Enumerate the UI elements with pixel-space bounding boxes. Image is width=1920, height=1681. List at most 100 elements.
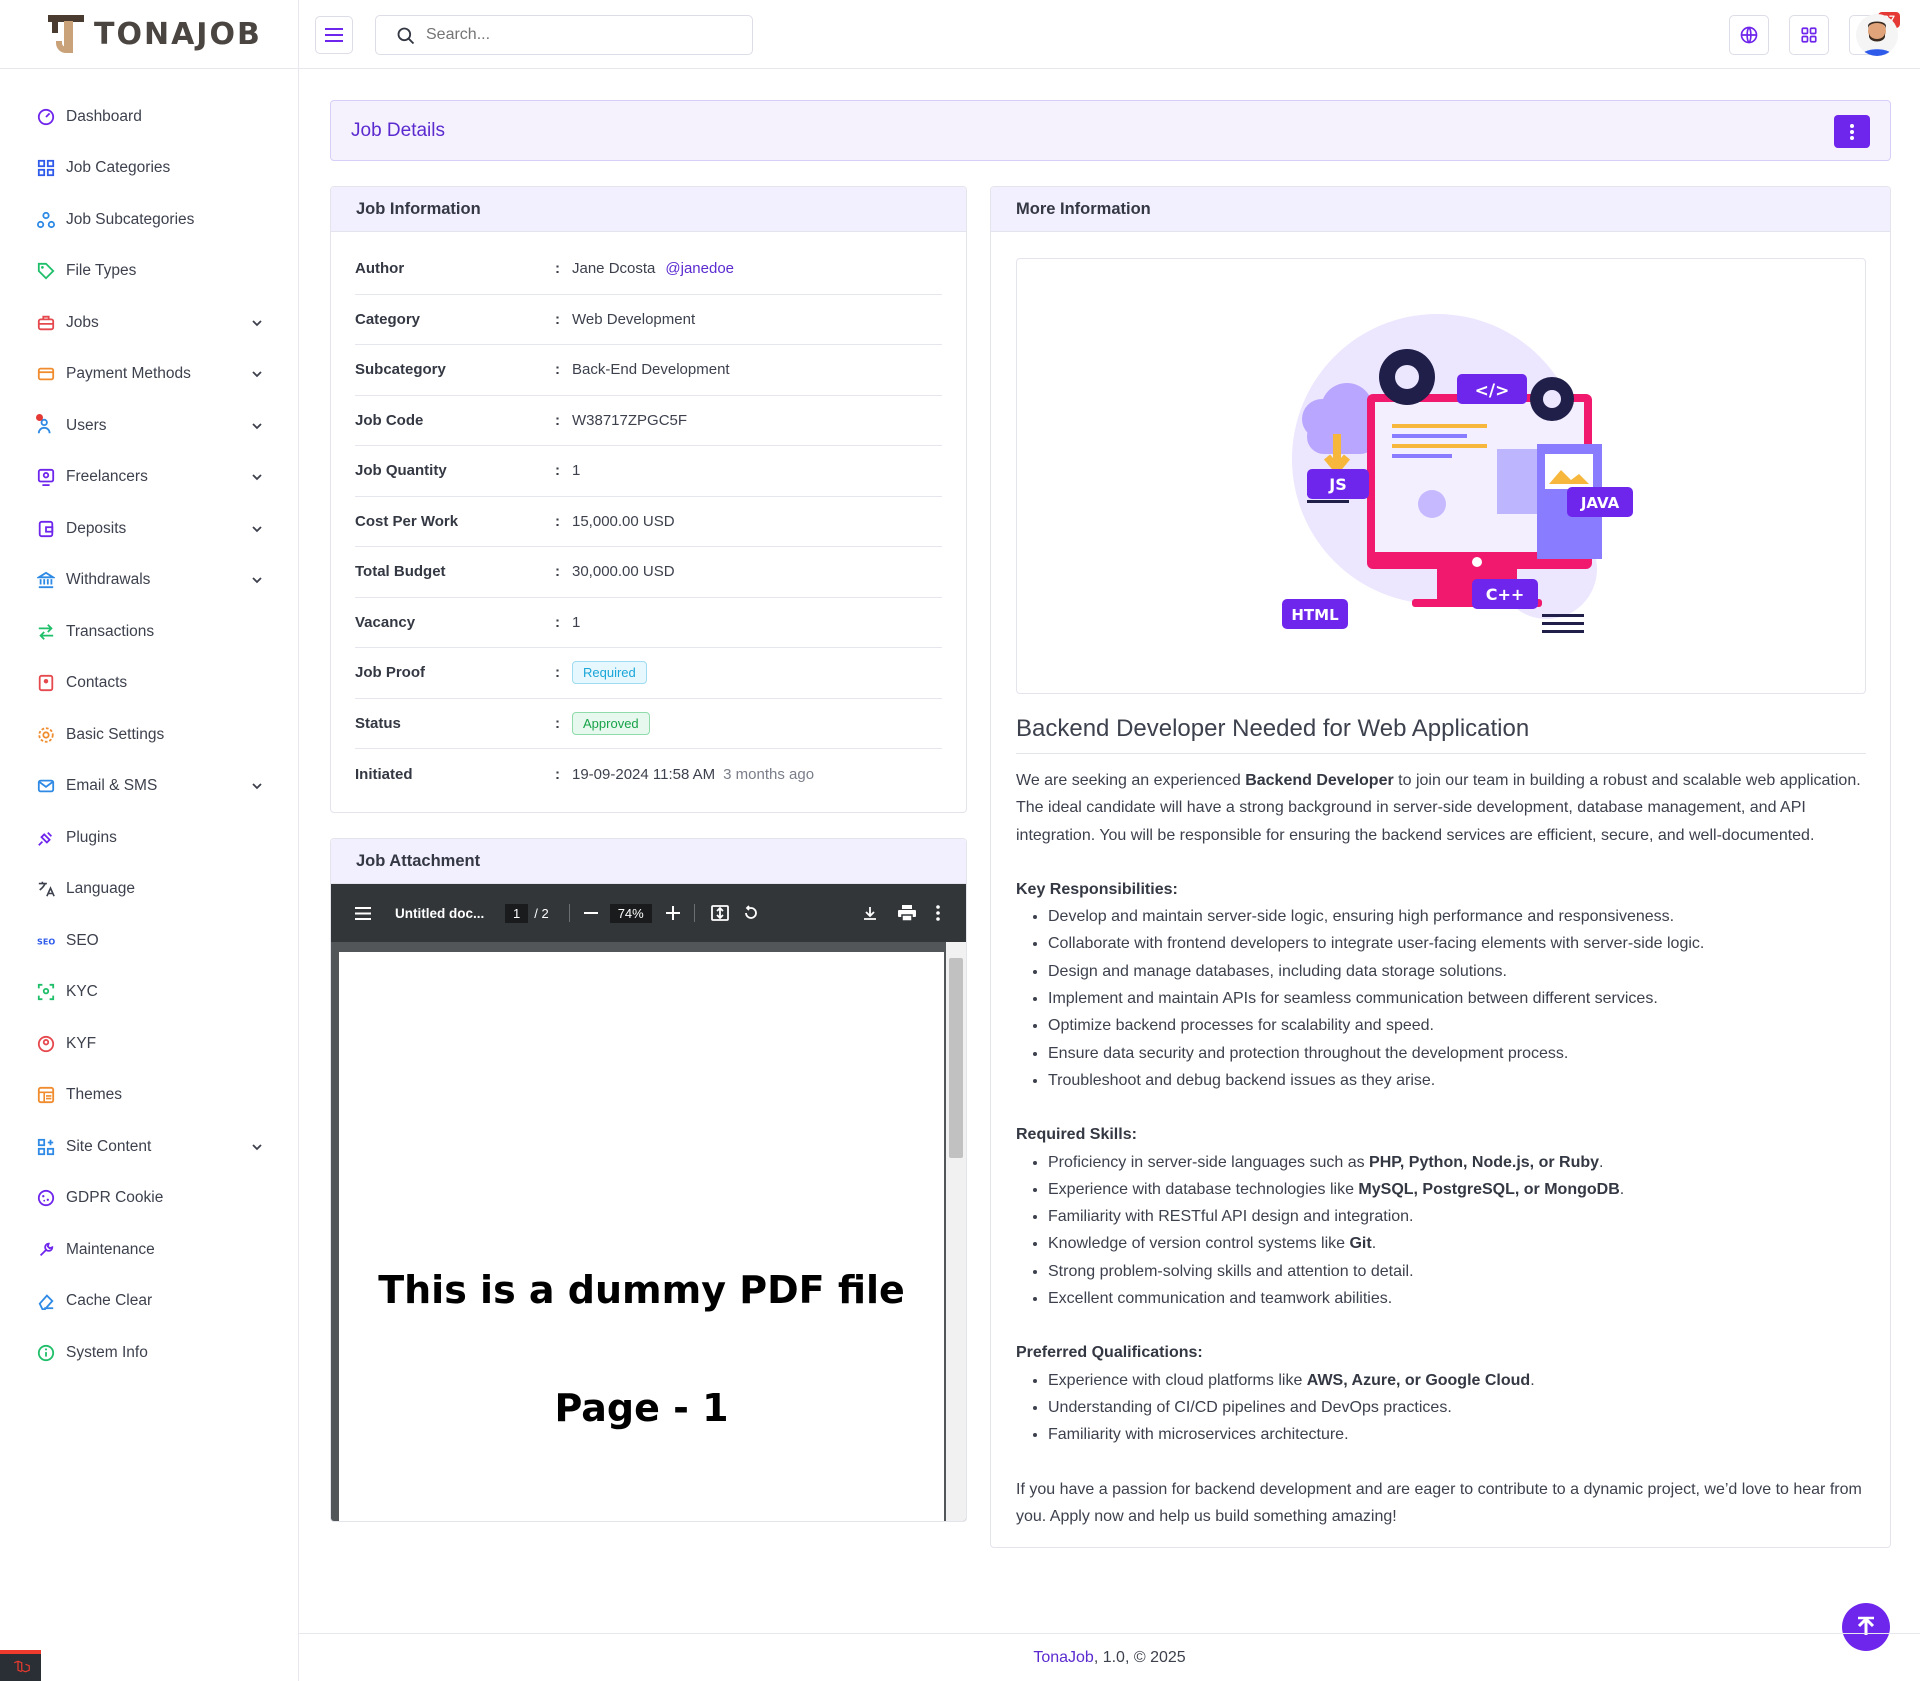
footer-brand-link[interactable]: TonaJob: [1033, 1649, 1094, 1667]
sidebar-item-job-categories[interactable]: Job Categories: [0, 143, 298, 195]
sidebar-item-payment-methods[interactable]: Payment Methods: [0, 349, 298, 401]
rotate-icon[interactable]: [743, 905, 759, 921]
sidebar-item-label: Email & SMS: [66, 777, 158, 795]
sidebar-item-freelancers[interactable]: Freelancers: [0, 452, 298, 504]
sidebar-item-withdrawals[interactable]: Withdrawals: [0, 555, 298, 607]
sidebar-item-system-info[interactable]: System Info: [0, 1327, 298, 1379]
search-input[interactable]: [426, 26, 726, 44]
credit-card-icon: [36, 364, 56, 384]
sidebar-item-label: Basic Settings: [66, 725, 165, 743]
tag-icon: [36, 261, 56, 281]
user-avatar[interactable]: [1856, 14, 1898, 56]
pdf-scrollbar[interactable]: [946, 942, 966, 1521]
pdf-menu-icon[interactable]: [355, 906, 371, 920]
sidebar-item-deposits[interactable]: Deposits: [0, 503, 298, 555]
info-row-job-proof: Job Proof: Required: [355, 648, 942, 699]
pdf-page-input[interactable]: 1: [505, 903, 529, 923]
sidebar-item-maintenance[interactable]: Maintenance: [0, 1224, 298, 1276]
eraser-icon: [36, 1291, 56, 1311]
brand-logo[interactable]: TONAJOB: [0, 0, 298, 69]
sidebar-item-gdpr-cookie[interactable]: GDPR Cookie: [0, 1173, 298, 1225]
list-item: Implement and maintain APIs for seamless…: [1048, 985, 1866, 1012]
sidebar-item-site-content[interactable]: Site Content: [0, 1121, 298, 1173]
sidebar-item-label: Deposits: [66, 519, 127, 537]
responsibilities-heading: Key Responsibilities:: [1016, 880, 1178, 898]
chevron-down-icon: [252, 1144, 262, 1151]
job-code-label: Job Code: [355, 411, 424, 429]
svg-text:SEO: SEO: [37, 936, 55, 946]
job-attachment-card: Job Attachment Untitled doc... 1 / 2 74%…: [330, 838, 967, 1522]
sidebar-item-dashboard[interactable]: Dashboard: [0, 91, 298, 143]
sidebar-item-jobs[interactable]: Jobs: [0, 297, 298, 349]
initiated-date: 19-09-2024 11:58 AM: [572, 765, 716, 783]
sidebar-item-kyc[interactable]: KYC: [0, 967, 298, 1019]
separator: :: [555, 664, 560, 682]
download-icon[interactable]: [862, 905, 878, 921]
zoom-out-icon[interactable]: [583, 906, 598, 920]
subcategory-label: Subcategory: [355, 361, 446, 379]
skills-list: Proficiency in server-side languages suc…: [1016, 1149, 1866, 1313]
sidebar-item-seo[interactable]: SEO SEO: [0, 915, 298, 967]
sidebar-item-plugins[interactable]: Plugins: [0, 812, 298, 864]
chevron-down-icon: [252, 783, 262, 790]
info-row-job-quantity: Job Quantity:1: [355, 446, 942, 497]
sidebar-item-cache-clear[interactable]: Cache Clear: [0, 1276, 298, 1328]
contacts-icon: [36, 673, 56, 693]
page-actions-button[interactable]: [1834, 115, 1870, 148]
separator: :: [555, 714, 560, 732]
job-closing: If you have a passion for backend develo…: [1016, 1480, 1862, 1525]
print-icon[interactable]: [898, 905, 916, 921]
sidebar-item-job-subcategories[interactable]: Job Subcategories: [0, 194, 298, 246]
topbar: 27: [299, 0, 1920, 69]
sidebar-item-contacts[interactable]: Contacts: [0, 658, 298, 710]
pdf-scroll-thumb[interactable]: [949, 958, 963, 1158]
gear-icon: [36, 725, 56, 745]
sidebar-item-email-sms[interactable]: Email & SMS: [0, 761, 298, 813]
fit-page-icon[interactable]: [710, 905, 729, 921]
page-header: Job Details: [330, 100, 1891, 161]
pdf-divider: [693, 904, 695, 922]
sidebar-item-themes[interactable]: Themes: [0, 1070, 298, 1122]
cookie-icon: [36, 1188, 56, 1208]
debugbar-toggle[interactable]: [0, 1650, 41, 1681]
sidebar-item-language[interactable]: Language: [0, 864, 298, 916]
zoom-in-icon[interactable]: [665, 906, 680, 920]
sidebar: TONAJOB Dashboard Job Categories Job Subca…: [0, 0, 299, 1681]
language-button[interactable]: [1729, 15, 1769, 55]
sidebar-item-label: Withdrawals: [66, 571, 151, 589]
pdf-viewport[interactable]: This is a dummy PDF file Page - 1: [331, 942, 966, 1521]
pdf-more-icon[interactable]: [936, 905, 940, 921]
page-title: Job Details: [351, 119, 445, 141]
info-row-author: Author: Jane Dcosta @janedoe: [355, 244, 942, 295]
sidebar-item-label: System Info: [66, 1343, 148, 1361]
separator: :: [555, 310, 560, 328]
globe-icon: [1740, 26, 1758, 44]
apps-button[interactable]: [1789, 15, 1829, 55]
skills-heading: Required Skills:: [1016, 1126, 1137, 1144]
sidebar-item-label: Payment Methods: [66, 365, 191, 383]
menu-toggle-button[interactable]: [315, 16, 353, 54]
list-item: Familiarity with microservices architect…: [1048, 1421, 1866, 1448]
pdf-file-name: Untitled doc...: [395, 905, 485, 921]
sidebar-item-label: KYF: [66, 1034, 97, 1052]
badge-user-icon: [36, 1034, 56, 1054]
sidebar-item-label: Maintenance: [66, 1240, 155, 1258]
laravel-icon: [13, 1660, 30, 1672]
translate-icon: [36, 879, 56, 899]
sidebar-item-file-types[interactable]: File Types: [0, 246, 298, 298]
cpp-label: C++: [1486, 585, 1525, 604]
job-quantity-value: 1: [572, 462, 581, 480]
pdf-zoom-level[interactable]: 74%: [609, 903, 652, 923]
sidebar-item-kyf[interactable]: KYF: [0, 1018, 298, 1070]
grid-icon: [36, 158, 56, 178]
separator: :: [555, 765, 560, 783]
author-username-link[interactable]: @janedoe: [665, 260, 734, 277]
sidebar-item-transactions[interactable]: Transactions: [0, 606, 298, 658]
job-information-title: Job Information: [331, 187, 966, 232]
sidebar-item-users[interactable]: Users: [0, 400, 298, 452]
cost-per-work-value: 15,000.00 USD: [572, 512, 675, 530]
sitemap-icon: [36, 210, 56, 230]
cost-per-work-label: Cost Per Work: [355, 512, 459, 530]
separator: :: [555, 361, 560, 379]
sidebar-item-basic-settings[interactable]: Basic Settings: [0, 709, 298, 761]
